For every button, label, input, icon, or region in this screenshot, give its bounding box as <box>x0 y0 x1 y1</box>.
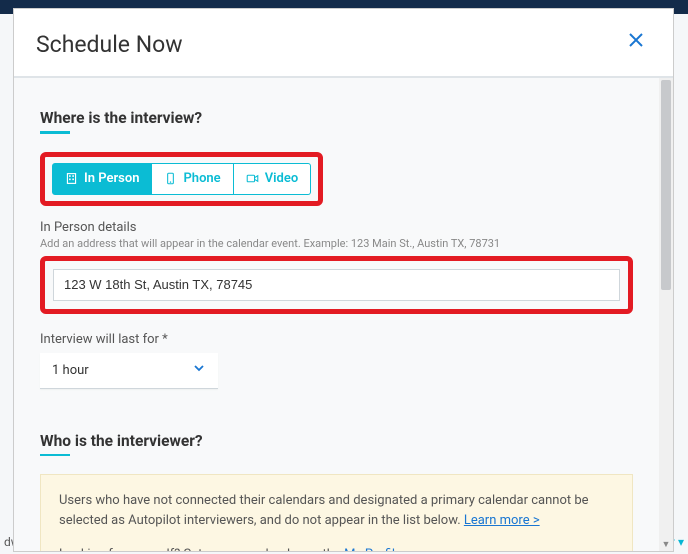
tab-phone[interactable]: Phone <box>152 163 233 195</box>
in-person-details-label: In Person details <box>40 220 633 235</box>
modal-title: Schedule Now <box>36 31 183 58</box>
my-profile-link[interactable]: My Profile page <box>344 547 434 551</box>
notice-text-2: Looking for yourself? Set up your calend… <box>59 547 344 551</box>
phone-icon <box>164 172 177 185</box>
heading-underline <box>40 454 70 457</box>
tab-in-person[interactable]: In Person <box>52 163 152 195</box>
tab-video-label: Video <box>265 171 299 186</box>
heading-underline <box>40 131 70 134</box>
tab-video[interactable]: Video <box>234 163 312 195</box>
section-heading-where: Where is the interview? <box>40 109 202 127</box>
close-button[interactable] <box>623 31 649 53</box>
in-person-details-help: Add an address that will appear in the c… <box>40 237 633 250</box>
calendar-notice: Users who have not connected their calen… <box>40 474 633 551</box>
chevron-down-icon <box>192 361 206 379</box>
tab-in-person-label: In Person <box>84 171 139 186</box>
section-who: Who is the interviewer? Users who have n… <box>40 431 633 552</box>
schedule-now-modal: Schedule Now Where is the interview? In … <box>13 8 674 552</box>
section-heading-who: Who is the interviewer? <box>40 432 203 450</box>
interview-type-segmented: In Person Phone Video <box>52 163 311 195</box>
learn-more-link[interactable]: Learn more > <box>464 513 540 528</box>
duration-select[interactable]: 1 hour <box>40 353 218 389</box>
modal-scroll-area: Where is the interview? In Person Phone <box>14 78 673 551</box>
tab-phone-label: Phone <box>183 171 220 186</box>
modal-content: Where is the interview? In Person Phone <box>14 78 659 551</box>
modal-header: Schedule Now <box>14 9 673 78</box>
building-icon <box>65 172 78 185</box>
scrollbar-track[interactable]: ▼ <box>659 78 673 551</box>
scrollbar-down-arrow[interactable]: ▼ <box>661 539 671 549</box>
duration-value: 1 hour <box>52 363 89 378</box>
duration-label: Interview will last for * <box>40 332 633 347</box>
highlight-interview-type: In Person Phone Video <box>40 152 323 206</box>
video-icon <box>246 172 259 185</box>
highlight-address-input <box>40 256 633 314</box>
section-where: Where is the interview? In Person Phone <box>40 108 633 389</box>
scrollbar-thumb[interactable] <box>661 80 671 290</box>
address-input[interactable] <box>53 269 620 301</box>
close-icon <box>629 33 643 47</box>
